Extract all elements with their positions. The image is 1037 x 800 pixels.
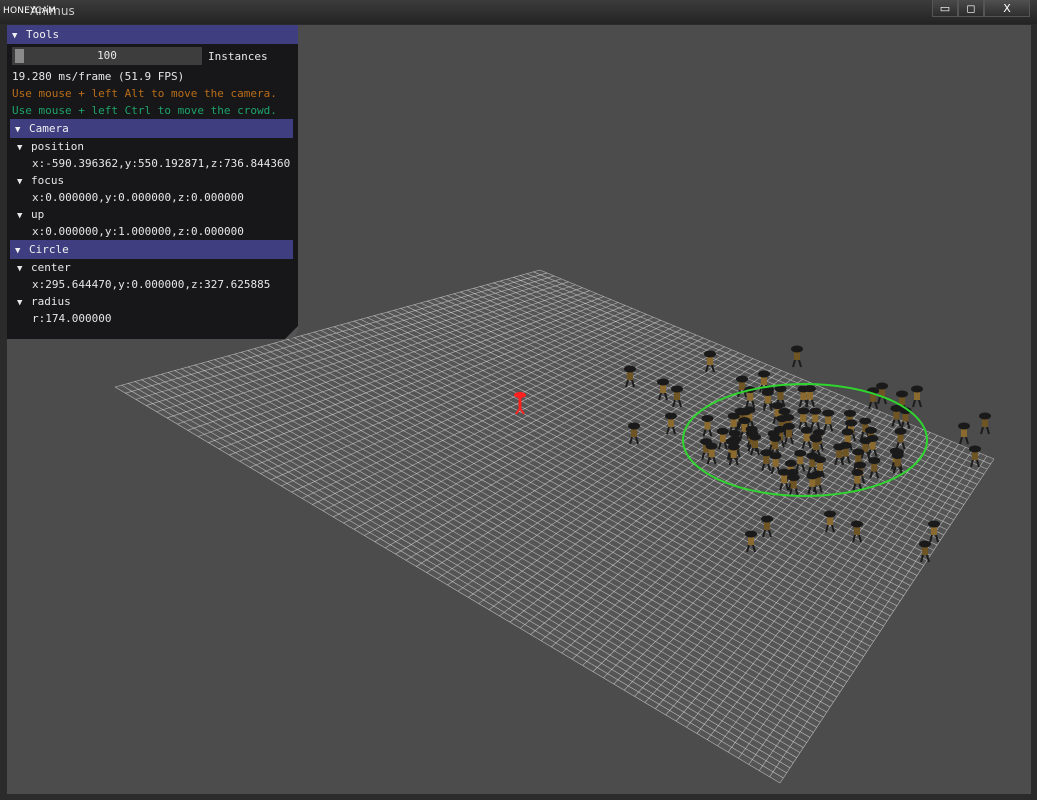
camera-focus-node[interactable]: ▼ focus bbox=[7, 172, 298, 189]
title-bar: HONEYCAM Animus ▭ ◻ X bbox=[0, 0, 1037, 24]
triangle-down-icon: ▼ bbox=[17, 264, 23, 274]
instances-slider[interactable]: 100 bbox=[12, 47, 202, 65]
focus-label: focus bbox=[31, 174, 65, 187]
tools-header[interactable]: ▼ Tools bbox=[7, 25, 298, 44]
crowd-agent[interactable] bbox=[958, 422, 970, 445]
instances-row: 100 Instances bbox=[7, 44, 298, 68]
crowd-hint: Use mouse + left Ctrl to move the crowd. bbox=[12, 104, 277, 117]
3d-viewport[interactable]: ▼ Tools 100 Instances 19.280 ms/frame (51… bbox=[7, 25, 1031, 794]
circle-radius-node[interactable]: ▼ radius bbox=[7, 293, 298, 310]
tools-header-label: Tools bbox=[26, 28, 60, 41]
circle-section-header[interactable]: ▼ Circle bbox=[10, 240, 293, 259]
instances-value: 100 bbox=[97, 49, 117, 62]
circle-center-value: x:295.644470,y:0.000000,z:327.625885 bbox=[32, 278, 271, 291]
crowd-agent[interactable] bbox=[911, 385, 923, 408]
window-controls: ▭ ◻ X bbox=[932, 0, 1030, 19]
camera-hint: Use mouse + left Alt to move the camera. bbox=[12, 87, 277, 100]
triangle-down-icon: ▼ bbox=[17, 177, 23, 187]
circle-header-label: Circle bbox=[29, 243, 69, 256]
tools-panel[interactable]: ▼ Tools 100 Instances 19.280 ms/frame (51… bbox=[7, 25, 298, 339]
camera-position-node[interactable]: ▼ position bbox=[7, 138, 298, 155]
maximize-button[interactable]: ◻ bbox=[958, 0, 984, 17]
up-label: up bbox=[31, 208, 45, 221]
close-button[interactable]: X bbox=[984, 0, 1030, 17]
circle-radius-value: r:174.000000 bbox=[32, 312, 112, 325]
circle-center-node[interactable]: ▼ center bbox=[7, 259, 298, 276]
camera-up-value: x:0.000000,y:1.000000,z:0.000000 bbox=[32, 225, 244, 238]
perf-text: 19.280 ms/frame (51.9 FPS) bbox=[12, 70, 185, 83]
instances-label: Instances bbox=[208, 49, 268, 63]
watermark: HONEYCAM bbox=[3, 6, 57, 16]
crowd-agent[interactable] bbox=[867, 387, 880, 410]
camera-position-value: x:-590.396362,y:550.192871,z:736.844360 bbox=[32, 157, 291, 170]
triangle-down-icon: ▼ bbox=[17, 143, 23, 153]
position-label: position bbox=[31, 140, 84, 153]
resize-grip[interactable] bbox=[285, 326, 298, 339]
center-label: center bbox=[31, 261, 71, 274]
slider-grab[interactable] bbox=[15, 49, 24, 63]
camera-focus-value: x:0.000000,y:0.000000,z:0.000000 bbox=[32, 191, 244, 204]
crowd-agent[interactable] bbox=[979, 412, 991, 435]
camera-header-label: Camera bbox=[29, 122, 69, 135]
radius-label: radius bbox=[31, 295, 71, 308]
triangle-down-icon: ▼ bbox=[12, 31, 18, 41]
camera-section-header[interactable]: ▼ Camera bbox=[10, 119, 293, 138]
camera-up-node[interactable]: ▼ up bbox=[7, 206, 298, 223]
triangle-down-icon: ▼ bbox=[17, 211, 23, 221]
minimize-button[interactable]: ▭ bbox=[932, 0, 958, 17]
crowd-agent[interactable] bbox=[791, 345, 803, 368]
crowd-agent[interactable] bbox=[876, 382, 888, 405]
triangle-down-icon: ▼ bbox=[17, 298, 23, 308]
